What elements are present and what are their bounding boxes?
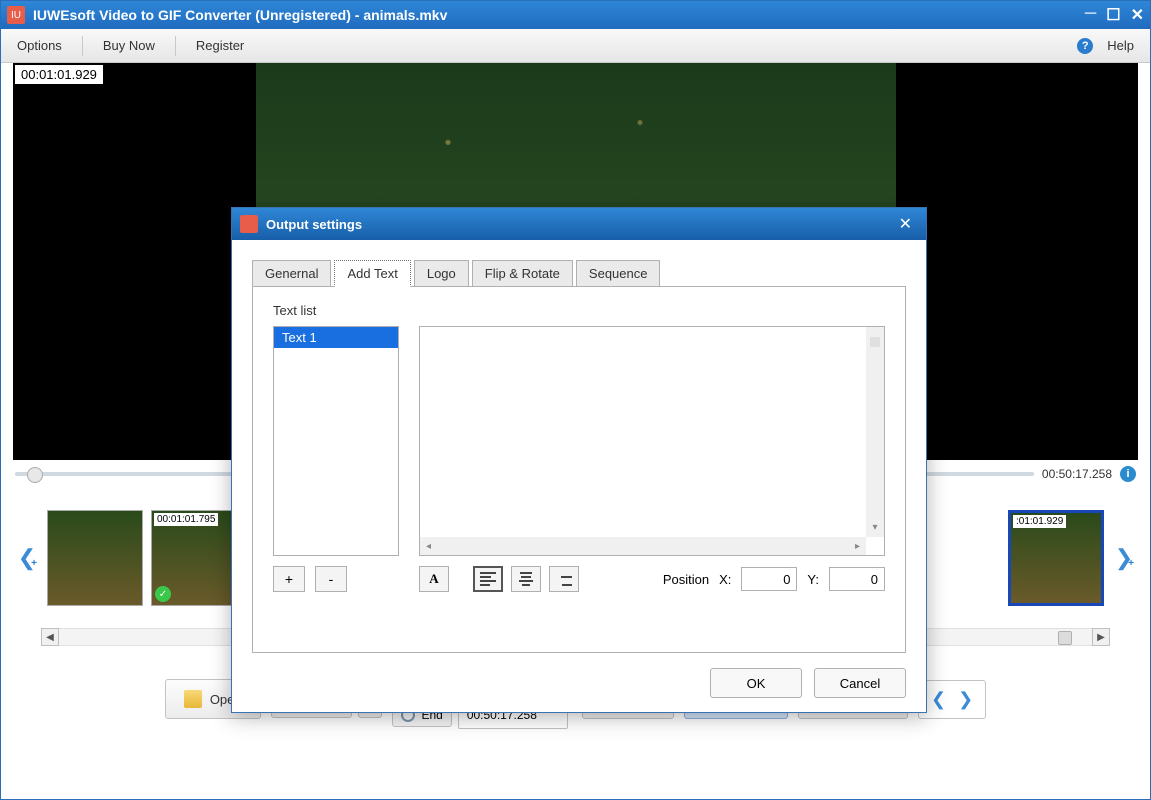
cancel-button[interactable]: Cancel <box>814 668 906 698</box>
thumbnail-selected[interactable]: :01:01.929 <box>1008 510 1104 606</box>
align-center-button[interactable] <box>511 566 541 592</box>
dialog-logo-icon <box>240 215 258 233</box>
ok-button[interactable]: OK <box>710 668 802 698</box>
font-button[interactable]: A <box>419 566 449 592</box>
add-text-button[interactable]: + <box>273 566 305 592</box>
text-list-box[interactable]: Text 1 <box>273 326 399 556</box>
tab-general[interactable]: Genernal <box>252 260 331 287</box>
tab-add-text[interactable]: Add Text <box>334 260 410 287</box>
tab-body: Text list Text 1 + - ▾ <box>252 286 906 653</box>
menu-help[interactable]: Help <box>1099 38 1142 53</box>
remove-text-button[interactable]: - <box>315 566 347 592</box>
preview-vscrollbar[interactable]: ▾ <box>866 327 884 537</box>
dialog-close-button[interactable]: ✕ <box>893 214 918 234</box>
main-window: IU IUWEsoft Video to GIF Converter (Unre… <box>0 0 1151 800</box>
tab-strip: Genernal Add Text Logo Flip & Rotate Seq… <box>232 240 926 287</box>
menubar: Options Buy Now Register ? Help <box>1 29 1150 63</box>
thumbnail[interactable] <box>47 510 143 606</box>
tab-sequence[interactable]: Sequence <box>576 260 661 287</box>
preview-hscrollbar[interactable]: ◂▸ <box>420 537 866 555</box>
info-icon[interactable]: i <box>1120 466 1136 482</box>
menu-separator <box>175 36 176 56</box>
text-list-item[interactable]: Text 1 <box>274 327 398 348</box>
help-icon: ? <box>1077 38 1093 54</box>
menu-buy-now[interactable]: Buy Now <box>95 38 163 53</box>
align-right-button[interactable] <box>549 566 579 592</box>
dialog-titlebar: Output settings ✕ <box>232 208 926 240</box>
close-button[interactable]: ✕ <box>1131 5 1144 25</box>
scroll-right-button[interactable]: ▶ <box>1092 628 1110 646</box>
tab-logo[interactable]: Logo <box>414 260 469 287</box>
page-nav: ❮ ❯ <box>918 680 986 719</box>
menu-options[interactable]: Options <box>9 38 70 53</box>
position-label: Position <box>663 572 709 587</box>
tab-flip-rotate[interactable]: Flip & Rotate <box>472 260 573 287</box>
thumbnail-timestamp: 00:01:01.795 <box>154 513 218 526</box>
x-label: X: <box>719 572 731 587</box>
text-list-label: Text list <box>273 303 885 318</box>
thumbnail-timestamp: :01:01.929 <box>1013 515 1066 528</box>
align-left-button[interactable] <box>473 566 503 592</box>
video-timestamp-overlay: 00:01:01.929 <box>15 65 103 84</box>
minimize-button[interactable]: ─ <box>1085 5 1096 25</box>
text-preview-area[interactable]: ▾ ◂▸ <box>419 326 885 556</box>
scroll-thumb[interactable] <box>1058 631 1072 645</box>
prev-page-button[interactable]: ❮ <box>927 689 950 710</box>
x-input[interactable] <box>741 567 797 591</box>
window-title: IUWEsoft Video to GIF Converter (Unregis… <box>33 7 1085 23</box>
titlebar: IU IUWEsoft Video to GIF Converter (Unre… <box>1 1 1150 29</box>
output-settings-dialog: Output settings ✕ Genernal Add Text Logo… <box>231 207 927 713</box>
y-input[interactable] <box>829 567 885 591</box>
content-area: 00:01:01.929 00:50:17.258 i ❮+ 00:01:01.… <box>1 63 1150 799</box>
menu-register[interactable]: Register <box>188 38 252 53</box>
scroll-left-button[interactable]: ◀ <box>41 628 59 646</box>
y-label: Y: <box>807 572 819 587</box>
thumb-prev-button[interactable]: ❮+ <box>15 545 39 571</box>
thumbnail-marker-icon: ✓ <box>155 586 171 602</box>
thumb-next-button[interactable]: ❯+ <box>1112 545 1136 571</box>
timeline-total-time: 00:50:17.258 <box>1042 467 1112 481</box>
menu-separator <box>82 36 83 56</box>
dialog-title: Output settings <box>266 217 893 232</box>
app-logo-icon: IU <box>7 6 25 24</box>
next-page-button[interactable]: ❯ <box>954 689 977 710</box>
maximize-button[interactable]: ☐ <box>1106 5 1120 25</box>
folder-icon <box>184 690 202 708</box>
